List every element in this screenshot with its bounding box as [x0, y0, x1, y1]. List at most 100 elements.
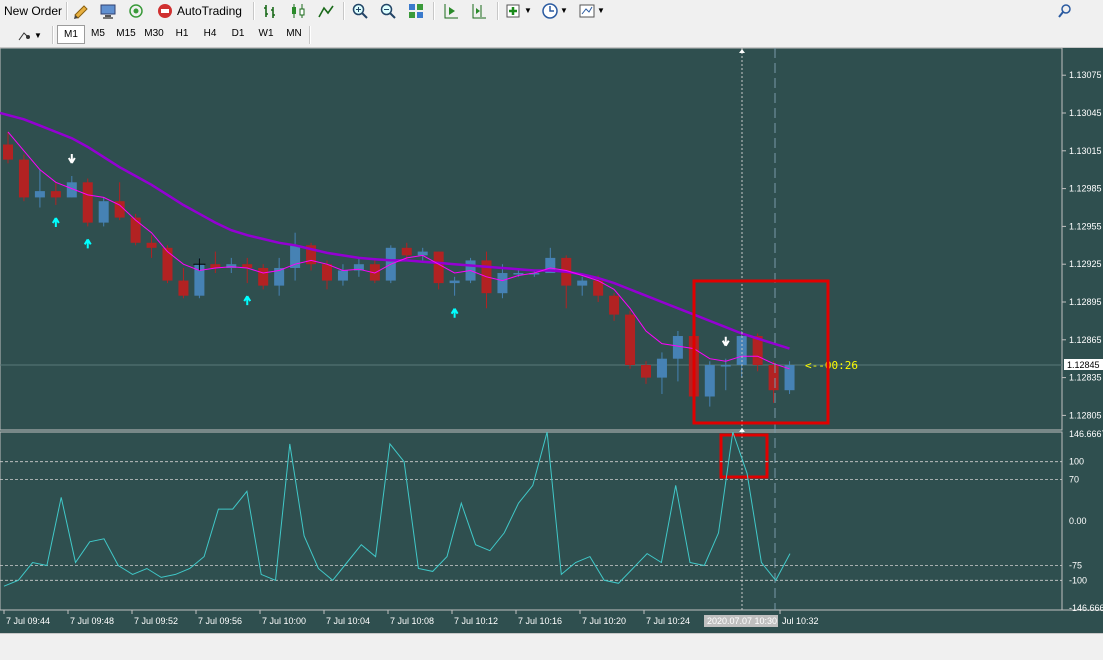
- main-pane-border: [0, 48, 1063, 431]
- time-axis-label: Jul 10:32: [782, 616, 819, 626]
- toolbar-separator: [253, 2, 255, 20]
- bull-candle: [784, 365, 795, 391]
- auto-scroll-button[interactable]: [442, 1, 460, 20]
- toolbar-separator: [343, 2, 345, 20]
- market-watch-button[interactable]: [99, 1, 117, 20]
- bull-candle: [497, 273, 508, 294]
- bull-candle: [704, 365, 715, 397]
- timeframe-m5[interactable]: M5: [85, 25, 111, 43]
- bear-candle: [641, 365, 651, 378]
- line-studies-button[interactable]: ▼: [16, 26, 42, 45]
- toolbar-separator: [497, 2, 499, 20]
- buy-arrow-icon: [450, 308, 459, 318]
- bull-candle: [449, 280, 460, 284]
- timeframe-h1[interactable]: H1: [169, 25, 195, 43]
- price-axis-label: 1.13045: [1069, 108, 1102, 118]
- bear-candle: [401, 247, 412, 256]
- chart-canvas[interactable]: 1.13075 1.13045 1.13015 1.12985 1.12955 1.129…: [0, 48, 1103, 633]
- zoom-in-button[interactable]: [351, 1, 369, 20]
- bull-candle: [656, 358, 667, 378]
- bear-candle: [82, 182, 93, 223]
- bar-chart-button[interactable]: [261, 1, 279, 20]
- toolbar-separator: [309, 26, 311, 44]
- indicators-button[interactable]: ▼: [505, 1, 532, 20]
- chevron-down-icon: ▼: [560, 6, 568, 15]
- zoom-out-button[interactable]: [379, 1, 397, 20]
- ma-slow-line: [0, 111, 790, 350]
- search-icon: [1058, 3, 1071, 18]
- clock-icon: [542, 2, 558, 19]
- search-button[interactable]: [1056, 1, 1074, 20]
- bear-candle: [768, 365, 779, 391]
- tile-windows-button[interactable]: [407, 1, 425, 20]
- price-axis-label: 1.12865: [1069, 335, 1102, 345]
- candlestick-icon: [292, 3, 305, 18]
- timeframe-m30[interactable]: M30: [141, 25, 167, 43]
- time-axis-label: 7 Jul 10:16: [518, 616, 562, 626]
- buy-arrow-icon: [51, 217, 60, 227]
- bear-candle: [130, 217, 141, 243]
- chart-window[interactable]: 1.13075 1.13045 1.13015 1.12985 1.12955 1.129…: [0, 48, 1103, 633]
- bear-candle: [3, 144, 13, 160]
- signals-button[interactable]: [127, 1, 145, 20]
- timeframe-d1[interactable]: D1: [225, 25, 251, 43]
- bear-candle: [162, 247, 173, 281]
- price-axis-label: 1.13075: [1069, 70, 1102, 80]
- timeframe-m15[interactable]: M15: [113, 25, 139, 43]
- drawing-tools-icon: [18, 31, 30, 40]
- price-axis-label: 1.12955: [1069, 221, 1102, 231]
- price-axis-label: 1.12895: [1069, 297, 1102, 307]
- time-axis-label: 7 Jul 10:24: [646, 616, 690, 626]
- autotrading-button[interactable]: AutoTrading: [156, 1, 242, 20]
- sell-arrow-icon: [67, 154, 76, 164]
- bear-candle: [178, 280, 189, 296]
- timeframe-h4[interactable]: H4: [197, 25, 223, 43]
- time-axis-label: 7 Jul 09:48: [70, 616, 114, 626]
- bear-candle: [322, 264, 332, 281]
- bull-candle: [513, 273, 524, 275]
- timeframes-toolbar: ▼ M1 M5 M15 M30 H1 H4 D1 W1 MN: [0, 22, 1103, 48]
- price-axis-label: 1.12835: [1069, 373, 1102, 383]
- price-axis-label: 1.12985: [1069, 184, 1102, 194]
- new-order-button[interactable]: New Order: [4, 1, 62, 20]
- main-toolbar: New Order AutoTrading ▼ ▼ ▼: [0, 0, 1103, 23]
- antenna-icon: [129, 3, 143, 18]
- new-order-label: New Order: [4, 3, 63, 18]
- bear-candle: [50, 191, 61, 198]
- time-axis-label: 7 Jul 10:08: [390, 616, 434, 626]
- zoom-out-icon: [380, 3, 396, 19]
- timeframe-mn[interactable]: MN: [281, 25, 307, 43]
- bull-candle: [577, 280, 588, 286]
- bull-candle: [417, 251, 428, 256]
- bull-candle: [720, 365, 731, 367]
- toolbar-separator: [52, 26, 54, 44]
- line-chart-button[interactable]: [317, 1, 335, 20]
- computer-icon: [100, 4, 116, 19]
- chevron-down-icon: ▼: [34, 31, 42, 40]
- indicator-axis-label: -75: [1069, 560, 1082, 570]
- tile-windows-icon: [409, 3, 423, 18]
- price-axis-label: 1.12925: [1069, 259, 1102, 269]
- template-icon: [579, 4, 595, 17]
- periods-button[interactable]: ▼: [541, 1, 568, 20]
- chart-shift-button[interactable]: [470, 1, 488, 20]
- current-price-label: 1.12845: [1067, 360, 1100, 370]
- highlight-box-indicator: [719, 433, 769, 479]
- chevron-down-icon: ▼: [597, 6, 605, 15]
- chevron-down-icon: ▼: [524, 6, 532, 15]
- autotrading-label: AutoTrading: [177, 3, 242, 18]
- scroll-marker-icon: [739, 49, 745, 53]
- templates-button[interactable]: ▼: [578, 1, 605, 20]
- buy-arrow-icon: [83, 238, 92, 249]
- buy-arrow-icon: [243, 295, 252, 306]
- indicator-axis-label: -146.6667: [1069, 603, 1103, 613]
- time-axis-label: 7 Jul 10:12: [454, 616, 498, 626]
- candlestick-button[interactable]: [289, 1, 307, 20]
- price-axis-label: 1.12805: [1069, 410, 1102, 420]
- timeframe-w1[interactable]: W1: [253, 25, 279, 43]
- timeframe-m1[interactable]: M1: [57, 25, 85, 44]
- sell-arrow-icon: [721, 336, 730, 347]
- metaeditor-button[interactable]: [72, 1, 90, 20]
- chart-shift-icon: [472, 3, 486, 18]
- indicator-axis-label: -100: [1069, 575, 1087, 585]
